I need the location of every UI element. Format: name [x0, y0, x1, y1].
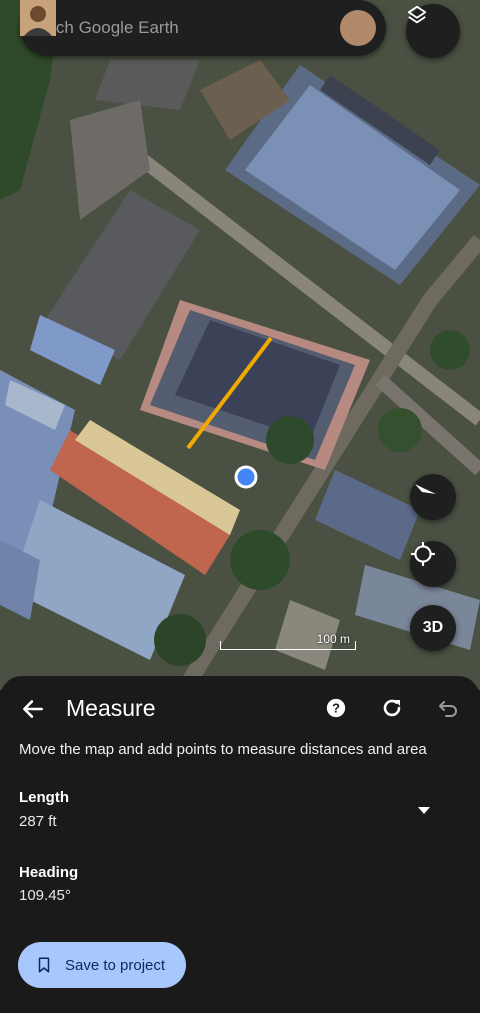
search-placeholder[interactable]: Search Google Earth — [20, 18, 340, 38]
compass-button[interactable] — [410, 474, 456, 520]
3d-toggle-button[interactable]: 3D — [410, 605, 456, 651]
measure-panel: Measure ? Move the map and add points to… — [0, 676, 480, 1013]
search-bar[interactable]: Search Google Earth — [20, 0, 386, 56]
layers-icon — [407, 5, 427, 24]
map-view[interactable]: Search Google Earth 3D 100 m — [0, 0, 480, 690]
length-value: 287 ft — [19, 813, 57, 830]
3d-label: 3D — [422, 619, 444, 636]
measure-instructions: Move the map and add points to measure d… — [19, 741, 427, 758]
satellite-imagery — [0, 0, 480, 690]
heading-label: Heading — [19, 864, 79, 881]
avatar[interactable] — [20, 0, 376, 46]
crosshair-icon — [411, 542, 435, 566]
back-arrow-icon[interactable] — [20, 696, 46, 722]
compass-icon — [415, 484, 436, 494]
measure-header: Measure ? — [0, 676, 480, 738]
help-icon[interactable]: ? — [325, 697, 347, 719]
undo-icon[interactable] — [436, 696, 460, 720]
my-location-button[interactable] — [410, 541, 456, 587]
scale-bar: 100 m — [220, 632, 356, 652]
length-label: Length — [19, 789, 69, 806]
heading-value: 109.45° — [19, 887, 71, 904]
chevron-down-icon[interactable] — [414, 802, 434, 818]
layers-button[interactable] — [406, 4, 460, 58]
bookmark-icon — [38, 957, 50, 973]
save-button-label: Save to project — [65, 956, 166, 974]
save-to-project-button[interactable]: Save to project — [18, 942, 186, 988]
svg-text:?: ? — [332, 701, 340, 716]
page-title: Measure — [66, 695, 156, 721]
measure-point-marker[interactable] — [234, 465, 258, 489]
redo-icon[interactable] — [380, 696, 404, 720]
scale-ruler — [220, 641, 356, 650]
